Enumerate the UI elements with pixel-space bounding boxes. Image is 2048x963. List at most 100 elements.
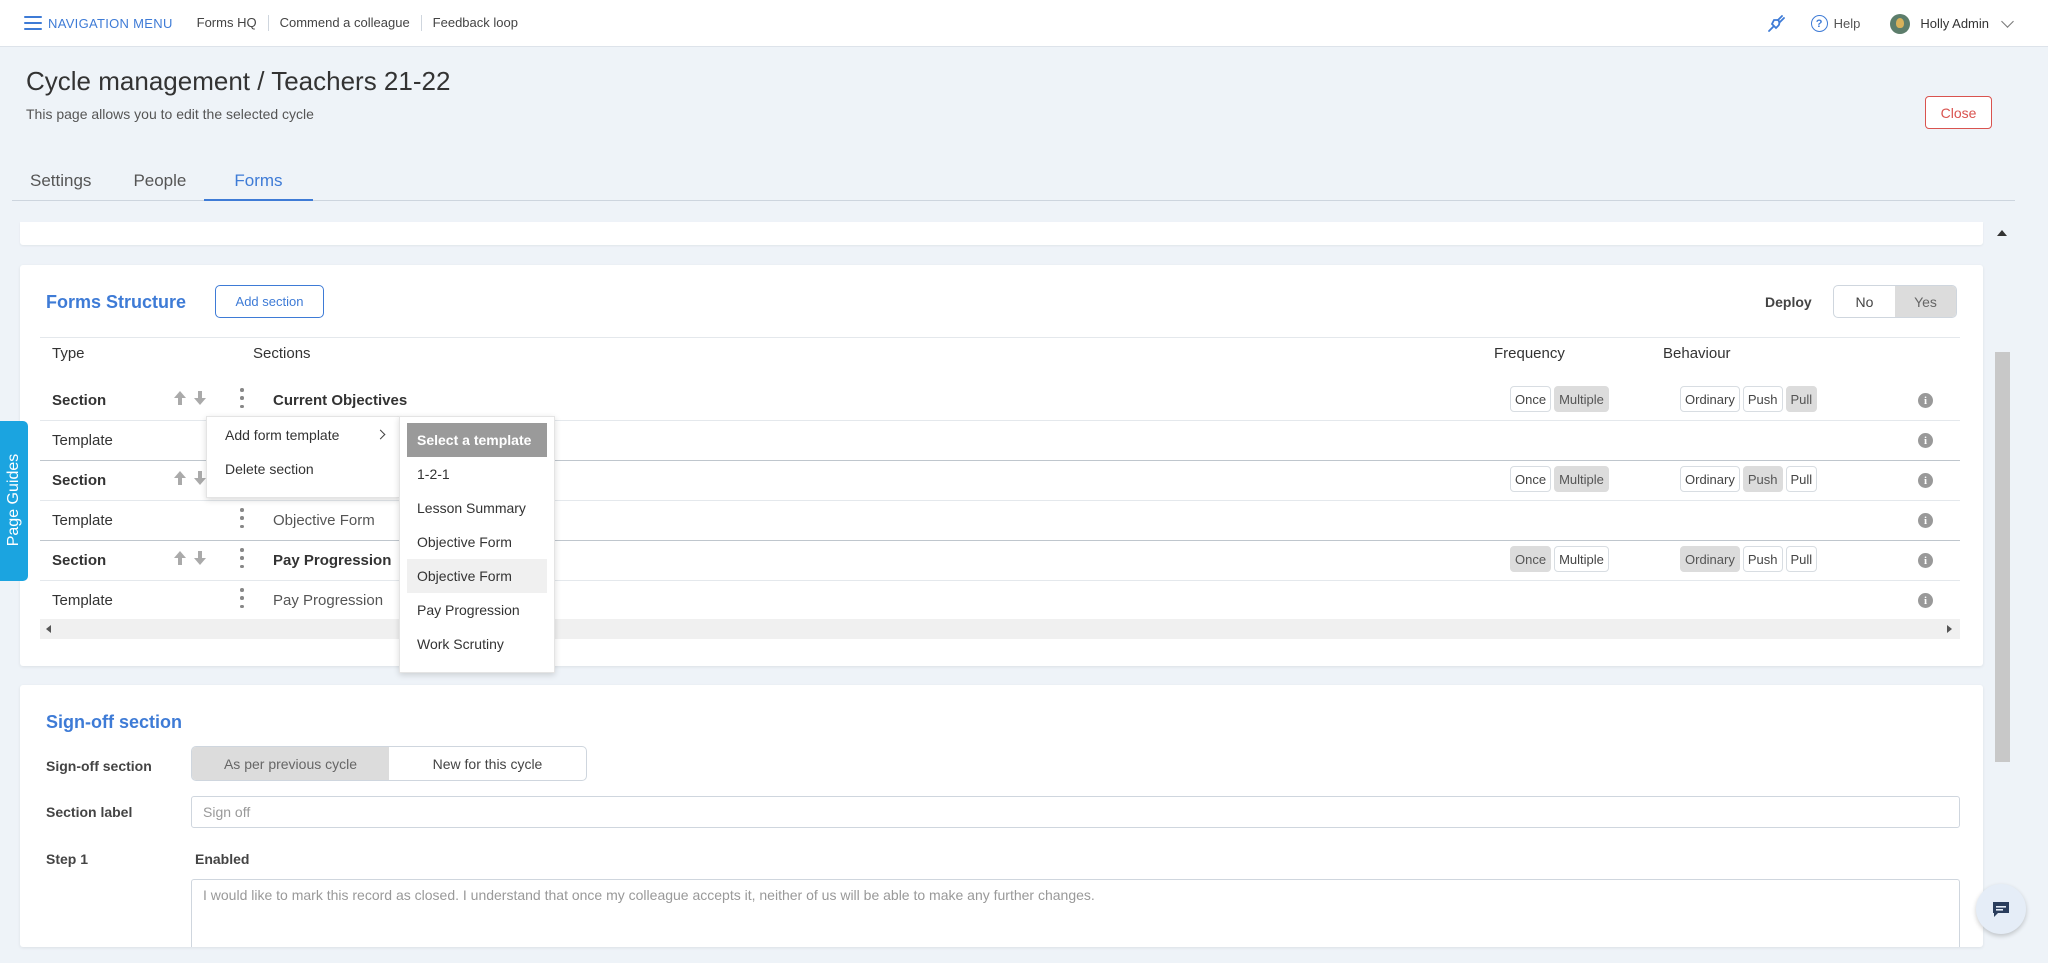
forms-structure-title: Forms Structure xyxy=(46,292,187,312)
template-name: Objective Form xyxy=(273,512,375,529)
more-options-icon[interactable] xyxy=(238,508,246,528)
section-label-input[interactable]: Sign off xyxy=(191,796,1960,828)
arrow-down-icon[interactable] xyxy=(192,389,208,407)
signoff-previous-option[interactable]: As per previous cycle xyxy=(192,747,389,780)
signoff-section-label: Sign-off section xyxy=(46,758,152,774)
behaviour-toggle: Ordinary Push Pull xyxy=(1680,386,1818,412)
scrollbar-thumb[interactable] xyxy=(1995,352,2010,762)
frequency-once-option[interactable]: Once xyxy=(1510,386,1552,412)
previous-card-bottom xyxy=(20,222,1983,245)
forms-hq-link[interactable]: Forms HQ xyxy=(186,15,268,31)
frequency-once-option[interactable]: Once xyxy=(1510,546,1552,572)
scroll-left-icon[interactable] xyxy=(46,625,51,633)
section-context-menu: Add form template Delete section xyxy=(206,416,400,498)
column-frequency: Frequency xyxy=(1494,345,1565,362)
behaviour-push-option[interactable]: Push xyxy=(1742,386,1783,412)
tab-forms[interactable]: Forms xyxy=(204,165,313,201)
reorder-arrows xyxy=(172,389,208,407)
menu-item-add-form-template[interactable]: Add form template xyxy=(225,427,339,443)
frequency-once-option[interactable]: Once xyxy=(1510,466,1552,492)
commend-colleague-link[interactable]: Commend a colleague xyxy=(267,15,421,31)
tab-people[interactable]: People xyxy=(115,165,204,201)
navigation-menu-label: NAVIGATION MENU xyxy=(48,15,173,31)
section-label-label: Section label xyxy=(46,804,133,820)
info-icon[interactable]: i xyxy=(1918,553,1933,568)
submenu-item-1-2-1[interactable]: 1-2-1 xyxy=(407,457,547,491)
page-subtitle: This page allows you to edit the selecte… xyxy=(26,106,314,122)
submenu-item-lesson-summary[interactable]: Lesson Summary xyxy=(407,491,547,525)
behaviour-pull-option[interactable]: Pull xyxy=(1785,386,1818,412)
feedback-loop-link[interactable]: Feedback loop xyxy=(420,15,529,31)
signoff-toggle: As per previous cycle New for this cycle xyxy=(191,746,587,781)
help-button[interactable]: ? Help xyxy=(1810,15,1860,32)
column-type: Type xyxy=(52,345,85,362)
submenu-item-objective-form[interactable]: Objective Form xyxy=(407,525,547,559)
submenu-item-work-scrutiny[interactable]: Work Scrutiny xyxy=(407,627,547,661)
signoff-card: Sign-off section Sign-off section As per… xyxy=(20,685,1983,947)
table-row: Template Objective Form i xyxy=(40,500,1960,540)
behaviour-pull-option[interactable]: Pull xyxy=(1785,466,1818,492)
arrow-up-icon[interactable] xyxy=(172,389,188,407)
vertical-scrollbar[interactable] xyxy=(1993,222,2011,947)
table-row: Section Pay Progression Once Multiple Or… xyxy=(40,540,1960,580)
frequency-toggle: Once Multiple xyxy=(1510,546,1609,572)
scroll-up-icon[interactable] xyxy=(1997,230,2007,236)
arrow-up-icon[interactable] xyxy=(172,469,188,487)
more-options-icon[interactable] xyxy=(238,388,246,408)
signoff-new-option[interactable]: New for this cycle xyxy=(389,747,586,780)
menu-item-delete-section[interactable]: Delete section xyxy=(225,461,314,477)
row-type: Section xyxy=(52,392,107,409)
page-guides-tab[interactable]: Page Guides xyxy=(0,421,28,581)
deploy-yes-option[interactable]: Yes xyxy=(1895,286,1956,317)
section-name: Pay Progression xyxy=(273,552,392,569)
submenu-item-pay-progression[interactable]: Pay Progression xyxy=(407,593,547,627)
frequency-multiple-option[interactable]: Multiple xyxy=(1554,466,1609,492)
scroll-right-icon[interactable] xyxy=(1947,625,1952,633)
divider xyxy=(40,337,1960,338)
behaviour-push-option[interactable]: Push xyxy=(1742,466,1783,492)
chat-icon xyxy=(1993,902,2009,917)
user-name[interactable]: Holly Admin xyxy=(1920,16,1989,31)
add-section-button[interactable]: Add section xyxy=(215,285,324,318)
info-icon[interactable]: i xyxy=(1918,393,1933,408)
reorder-arrows xyxy=(172,549,208,567)
top-links: Forms HQ Commend a colleague Feedback lo… xyxy=(186,15,529,31)
more-options-icon[interactable] xyxy=(238,548,246,568)
chat-button[interactable] xyxy=(1976,884,2026,934)
submenu-item-objective-form[interactable]: Objective Form xyxy=(407,559,547,593)
arrow-up-icon[interactable] xyxy=(172,549,188,567)
frequency-toggle: Once Multiple xyxy=(1510,466,1609,492)
chevron-right-icon xyxy=(375,429,386,440)
close-button[interactable]: Close xyxy=(1925,96,1992,129)
table-row: Template Pay Progression i xyxy=(40,580,1960,620)
deploy-label: Deploy xyxy=(1765,294,1812,310)
chevron-down-icon[interactable] xyxy=(2001,15,2014,28)
more-options-icon[interactable] xyxy=(238,588,246,608)
horizontal-scrollbar[interactable] xyxy=(40,619,1960,639)
info-icon[interactable]: i xyxy=(1918,513,1933,528)
behaviour-ordinary-option[interactable]: Ordinary xyxy=(1680,546,1740,572)
plug-icon[interactable] xyxy=(1765,13,1787,35)
page-title: Cycle management / Teachers 21-22 xyxy=(26,66,451,96)
tab-settings[interactable]: Settings xyxy=(12,165,109,201)
frequency-multiple-option[interactable]: Multiple xyxy=(1554,386,1609,412)
behaviour-ordinary-option[interactable]: Ordinary xyxy=(1680,466,1740,492)
top-navigation-bar: NAVIGATION MENU Forms HQ Commend a colle… xyxy=(0,0,2048,47)
info-icon[interactable]: i xyxy=(1918,433,1933,448)
frequency-multiple-option[interactable]: Multiple xyxy=(1554,546,1609,572)
frequency-toggle: Once Multiple xyxy=(1510,386,1609,412)
deploy-no-option[interactable]: No xyxy=(1834,286,1895,317)
navigation-menu-button[interactable]: NAVIGATION MENU xyxy=(24,16,173,31)
step1-text-area[interactable]: I would like to mark this record as clos… xyxy=(191,879,1960,947)
info-icon[interactable]: i xyxy=(1918,473,1933,488)
behaviour-toggle: Ordinary Push Pull xyxy=(1680,466,1818,492)
behaviour-ordinary-option[interactable]: Ordinary xyxy=(1680,386,1740,412)
behaviour-push-option[interactable]: Push xyxy=(1742,546,1783,572)
table-row: Section Current Objectives Once Multiple… xyxy=(40,380,1960,420)
template-name: Pay Progression xyxy=(273,592,384,609)
row-type: Section xyxy=(52,472,107,489)
avatar[interactable] xyxy=(1890,13,1911,34)
arrow-down-icon[interactable] xyxy=(192,549,208,567)
info-icon[interactable]: i xyxy=(1918,593,1933,608)
behaviour-pull-option[interactable]: Pull xyxy=(1785,546,1818,572)
